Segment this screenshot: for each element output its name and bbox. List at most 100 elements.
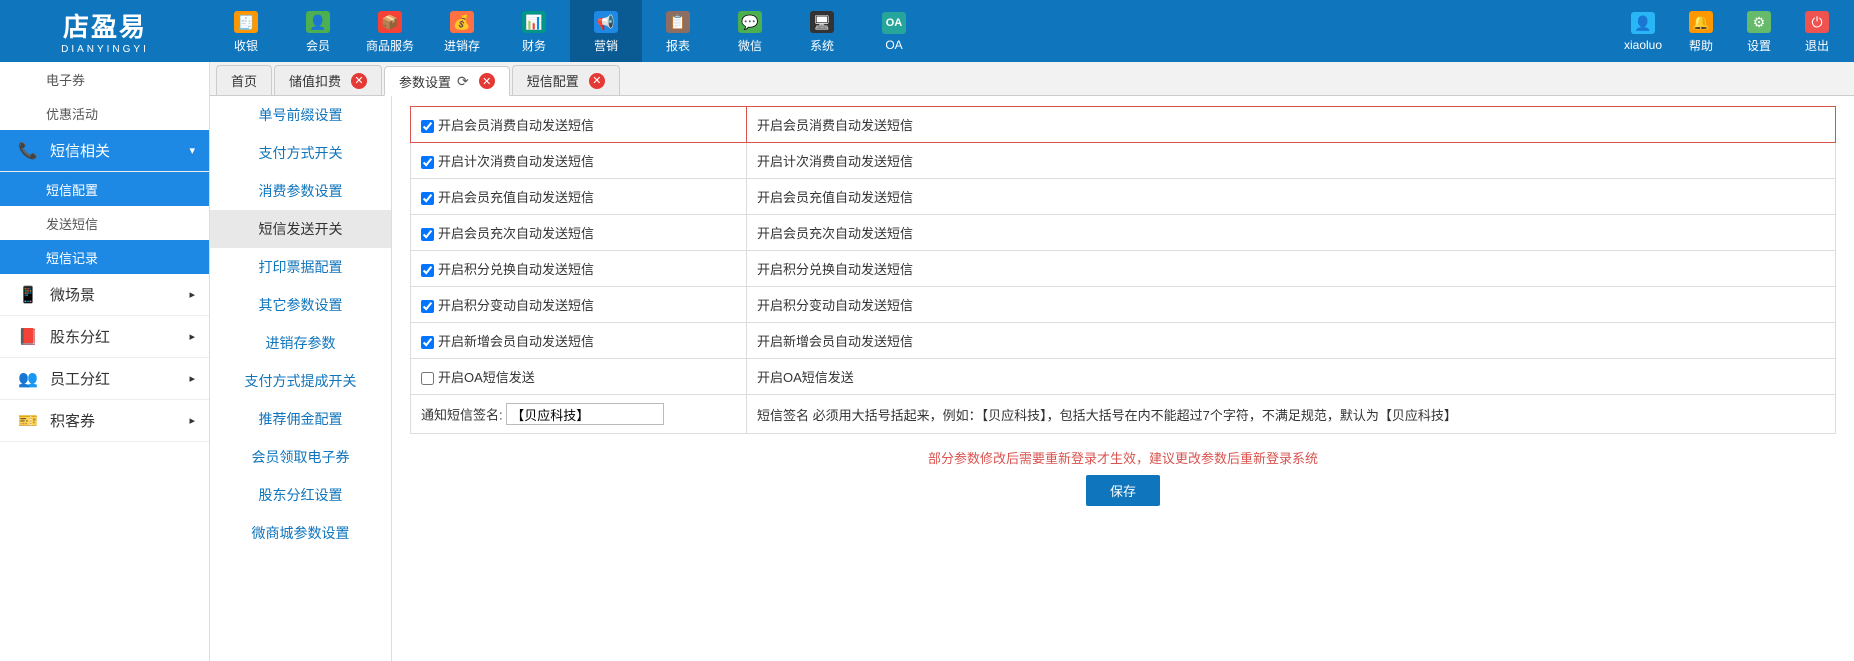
setting-checkbox[interactable] — [421, 228, 434, 241]
save-button[interactable]: 保存 — [1086, 475, 1160, 506]
sub-item-支付方式提成开关[interactable]: 支付方式提成开关 — [210, 362, 391, 400]
setting-right-desc: 开启会员充值自动发送短信 — [747, 179, 1836, 215]
setting-right-desc: 开启新增会员自动发送短信 — [747, 323, 1836, 359]
setting-row: 开启积分变动自动发送短信开启积分变动自动发送短信 — [411, 287, 1836, 323]
nav-right-label: 设置 — [1747, 37, 1771, 54]
navright-设置[interactable]: ⚙ 设置 — [1730, 0, 1788, 62]
sub-item-消费参数设置[interactable]: 消费参数设置 — [210, 172, 391, 210]
nav-label: 微信 — [738, 37, 762, 54]
sidebar-group-label: 微场景 — [50, 284, 95, 305]
sidebar-item-短信配置[interactable]: 短信配置 — [0, 172, 209, 206]
tab-参数设置[interactable]: 参数设置 ⟳ ✕ — [384, 66, 510, 96]
tab-label: 首页 — [231, 71, 257, 90]
tab-储值扣费[interactable]: 储值扣费✕ — [274, 65, 382, 95]
sidebar-group-label: 短信相关 — [50, 140, 110, 161]
sidebar-group-label: 积客券 — [50, 410, 95, 431]
nav-商品服务[interactable]: 📦商品服务 — [354, 0, 426, 62]
nav-label: 财务 — [522, 37, 546, 54]
nav-进销存[interactable]: 💰进销存 — [426, 0, 498, 62]
chevron-right-icon: ▸ — [189, 372, 195, 385]
sidebar-group-label: 股东分红 — [50, 326, 110, 347]
setting-row: 开启新增会员自动发送短信开启新增会员自动发送短信 — [411, 323, 1836, 359]
nav-系统[interactable]: 🖥系统 — [786, 0, 858, 62]
chevron-right-icon: ▸ — [189, 414, 195, 427]
setting-left-label: 开启计次消费自动发送短信 — [438, 154, 594, 169]
sub-item-支付方式开关[interactable]: 支付方式开关 — [210, 134, 391, 172]
sidebar-item-发送短信[interactable]: 发送短信 — [0, 206, 209, 240]
nav-label: 商品服务 — [366, 37, 414, 54]
sidebar-group-sms[interactable]: 📞短信相关▾ — [0, 130, 209, 172]
setting-row-signature: 通知短信签名: 短信签名 必须用大括号括起来，例如：【贝应科技】，包括大括号在内… — [411, 395, 1836, 434]
sidebar-item-电子券[interactable]: 电子券 — [0, 62, 209, 96]
setting-checkbox[interactable] — [421, 120, 434, 133]
nav-label: 进销存 — [444, 37, 480, 54]
signature-label: 通知短信签名: — [421, 408, 503, 423]
tab-label: 参数设置 — [399, 72, 451, 91]
setting-left-label: 开启积分变动自动发送短信 — [438, 298, 594, 313]
chevron-down-icon: ▾ — [189, 144, 195, 157]
signature-desc: 短信签名 必须用大括号括起来，例如：【贝应科技】，包括大括号在内不能超过7个字符… — [747, 395, 1836, 434]
nav-OA[interactable]: OAOA — [858, 0, 930, 62]
nav-财务[interactable]: 📊财务 — [498, 0, 570, 62]
settings-sub-sidebar: 单号前缀设置支付方式开关消费参数设置短信发送开关打印票据配置其它参数设置进销存参… — [210, 96, 392, 661]
nav-icon: OA — [881, 10, 907, 36]
nav-label: 报表 — [666, 37, 690, 54]
navright-退出[interactable]: ⏻退出 — [1788, 0, 1846, 62]
setting-row: 开启OA短信发送开启OA短信发送 — [411, 359, 1836, 395]
nav-营销[interactable]: 📢营销 — [570, 0, 642, 62]
setting-checkbox[interactable] — [421, 300, 434, 313]
nav-会员[interactable]: 👤 会员 — [282, 0, 354, 62]
navright-xiaoluo[interactable]: 👤 xiaoluo — [1614, 0, 1672, 62]
sub-item-股东分红设置[interactable]: 股东分红设置 — [210, 476, 391, 514]
sub-item-打印票据配置[interactable]: 打印票据配置 — [210, 248, 391, 286]
sidebar-group-员工分红[interactable]: 👥员工分红▸ — [0, 358, 209, 400]
setting-checkbox[interactable] — [421, 336, 434, 349]
sidebar-group-label: 员工分红 — [50, 368, 110, 389]
setting-checkbox[interactable] — [421, 156, 434, 169]
refresh-icon[interactable]: ⟳ — [457, 73, 469, 90]
sidebar-group-积客券[interactable]: 🎫积客券▸ — [0, 400, 209, 442]
warning-note: 部分参数修改后需要重新登录才生效，建议更改参数后重新登录系统 — [410, 448, 1836, 467]
close-icon[interactable]: ✕ — [479, 73, 495, 89]
setting-row: 开启会员充次自动发送短信开启会员充次自动发送短信 — [411, 215, 1836, 251]
close-icon[interactable]: ✕ — [589, 73, 605, 89]
nav-right-icon: ⚙ — [1746, 9, 1772, 35]
nav-icon: 📢 — [593, 9, 619, 35]
setting-checkbox[interactable] — [421, 192, 434, 205]
sub-item-进销存参数[interactable]: 进销存参数 — [210, 324, 391, 362]
setting-right-desc: 开启会员充次自动发送短信 — [747, 215, 1836, 251]
logo-subtext: DIANYINGYI — [61, 44, 149, 55]
tab-首页[interactable]: 首页 — [216, 65, 272, 95]
sub-item-其它参数设置[interactable]: 其它参数设置 — [210, 286, 391, 324]
nav-收银[interactable]: 🧾收银 — [210, 0, 282, 62]
sidebar-item-短信记录[interactable]: 短信记录 — [0, 240, 209, 274]
sub-item-单号前缀设置[interactable]: 单号前缀设置 — [210, 96, 391, 134]
tab-短信配置[interactable]: 短信配置✕ — [512, 65, 620, 95]
nav-right-icon: 👤 — [1630, 10, 1656, 36]
sidebar-group-微场景[interactable]: 📱微场景▸ — [0, 274, 209, 316]
setting-row: 开启积分兑换自动发送短信开启积分兑换自动发送短信 — [411, 251, 1836, 287]
setting-left-label: 开启会员消费自动发送短信 — [438, 118, 594, 133]
sub-item-推荐佣金配置[interactable]: 推荐佣金配置 — [210, 400, 391, 438]
chevron-right-icon: ▸ — [189, 288, 195, 301]
nav-微信[interactable]: 💬微信 — [714, 0, 786, 62]
sub-item-微商城参数设置[interactable]: 微商城参数设置 — [210, 514, 391, 552]
sidebar-group-股东分红[interactable]: 📕股东分红▸ — [0, 316, 209, 358]
setting-checkbox[interactable] — [421, 264, 434, 277]
nav-报表[interactable]: 📋报表 — [642, 0, 714, 62]
nav-label: 会员 — [306, 37, 330, 54]
nav-right-label: xiaoluo — [1624, 38, 1662, 52]
signature-input[interactable] — [506, 403, 664, 425]
setting-row: 开启会员充值自动发送短信开启会员充值自动发送短信 — [411, 179, 1836, 215]
sub-item-会员领取电子券[interactable]: 会员领取电子券 — [210, 438, 391, 476]
setting-right-desc: 开启OA短信发送 — [747, 359, 1836, 395]
nav-icon: 👤 — [305, 9, 331, 35]
navright-帮助[interactable]: 🔔帮助 — [1672, 0, 1730, 62]
sidebar-item-优惠活动[interactable]: 优惠活动 — [0, 96, 209, 130]
setting-right-desc: 开启计次消费自动发送短信 — [747, 143, 1836, 179]
settings-form: 开启会员消费自动发送短信开启会员消费自动发送短信开启计次消费自动发送短信开启计次… — [392, 96, 1854, 661]
setting-row: 开启会员消费自动发送短信开启会员消费自动发送短信 — [411, 107, 1836, 143]
close-icon[interactable]: ✕ — [351, 73, 367, 89]
sub-item-短信发送开关[interactable]: 短信发送开关 — [210, 210, 391, 248]
setting-checkbox[interactable] — [421, 372, 434, 385]
